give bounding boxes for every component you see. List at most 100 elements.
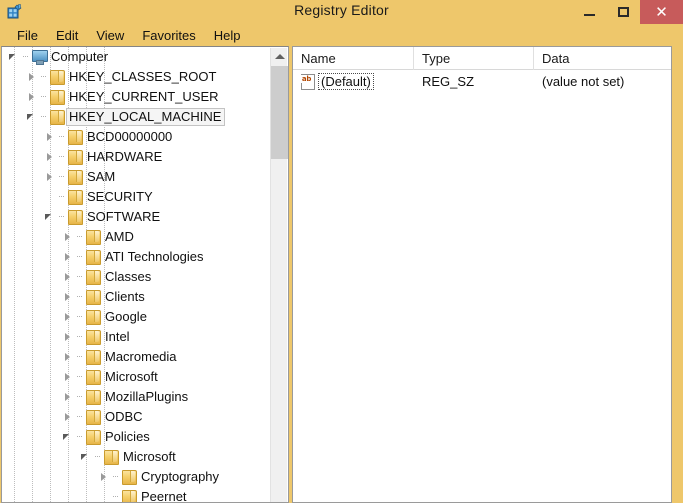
- expander-closed-icon[interactable]: [60, 327, 76, 347]
- folder-icon: [84, 427, 102, 447]
- folder-icon: [48, 87, 66, 107]
- menu-item-favorites[interactable]: Favorites: [133, 27, 204, 44]
- menu-item-view[interactable]: View: [87, 27, 133, 44]
- expander-open-icon[interactable]: [6, 47, 22, 67]
- title-bar[interactable]: Registry Editor ✕: [0, 0, 683, 24]
- tree-item[interactable]: HKEY_CURRENT_USER: [2, 87, 271, 107]
- expander-closed-icon[interactable]: [60, 407, 76, 427]
- tree-item[interactable]: ODBC: [2, 407, 271, 427]
- tree-item-label: Microsoft: [123, 449, 176, 464]
- tree-connector: [76, 407, 84, 427]
- expander-closed-icon[interactable]: [60, 287, 76, 307]
- folder-icon: [48, 107, 66, 127]
- expander-closed-icon[interactable]: [24, 67, 40, 87]
- expander-closed-icon[interactable]: [60, 307, 76, 327]
- tree-item-label: HKEY_CLASSES_ROOT: [69, 69, 217, 84]
- folder-icon: [120, 467, 138, 487]
- expander-closed-icon[interactable]: [42, 167, 58, 187]
- tree-connector: [40, 67, 48, 87]
- expander-closed-icon[interactable]: [60, 367, 76, 387]
- close-icon: ✕: [655, 2, 668, 21]
- tree-item-label: Microsoft: [105, 369, 158, 384]
- client-area: Computer HKEY_CLASSES_ROOT HKEY_CURRENT_US…: [0, 46, 683, 503]
- tree-item[interactable]: Policies: [2, 427, 271, 447]
- folder-icon: [120, 487, 138, 502]
- tree-item-label: Cryptography: [141, 469, 220, 484]
- scroll-up-icon[interactable]: [271, 48, 288, 65]
- values-list[interactable]: ab (Default) REG_SZ (value not set): [293, 70, 671, 92]
- tree-connector: [40, 107, 48, 127]
- expander-open-icon[interactable]: [78, 447, 94, 467]
- expander-open-icon[interactable]: [60, 427, 76, 447]
- tree-item[interactable]: Intel: [2, 327, 271, 347]
- expander-closed-icon[interactable]: [42, 127, 58, 147]
- expander-closed-icon[interactable]: [96, 467, 112, 487]
- tree-item[interactable]: ATI Technologies: [2, 247, 271, 267]
- expander-closed-icon[interactable]: [24, 87, 40, 107]
- folder-icon: [66, 167, 84, 187]
- maximize-button[interactable]: [607, 0, 639, 24]
- tree-item[interactable]: Peernet: [2, 487, 271, 502]
- tree-item-label: SECURITY: [87, 189, 153, 204]
- values-column-header: Name Type Data: [293, 47, 671, 70]
- tree-item[interactable]: HARDWARE: [2, 147, 271, 167]
- tree-item-label: AMD: [105, 229, 134, 244]
- menu-item-file[interactable]: File: [8, 27, 47, 44]
- folder-icon: [84, 287, 102, 307]
- folder-icon: [66, 127, 84, 147]
- tree-item[interactable]: Cryptography: [2, 467, 271, 487]
- expander-closed-icon[interactable]: [60, 347, 76, 367]
- expander-closed-icon[interactable]: [60, 267, 76, 287]
- column-header-type[interactable]: Type: [414, 47, 534, 70]
- tree-item[interactable]: Microsoft: [2, 367, 271, 387]
- tree-item[interactable]: SOFTWARE: [2, 207, 271, 227]
- expander-closed-icon[interactable]: [42, 147, 58, 167]
- expander-open-icon[interactable]: [42, 207, 58, 227]
- tree-item-label: SOFTWARE: [87, 209, 161, 224]
- tree-connector: [58, 207, 66, 227]
- tree-item-label: ODBC: [105, 409, 143, 424]
- value-name-cell[interactable]: ab (Default): [293, 72, 414, 90]
- tree-item[interactable]: Microsoft: [2, 447, 271, 467]
- expander-closed-icon[interactable]: [60, 247, 76, 267]
- expander-closed-icon[interactable]: [60, 387, 76, 407]
- column-header-data[interactable]: Data: [534, 47, 671, 70]
- tree-item[interactable]: Clients: [2, 287, 271, 307]
- tree-item[interactable]: SAM: [2, 167, 271, 187]
- folder-icon: [66, 187, 84, 207]
- tree-item[interactable]: SECURITY: [2, 187, 271, 207]
- tree-item[interactable]: HKEY_CLASSES_ROOT: [2, 67, 271, 87]
- tree-item[interactable]: Google: [2, 307, 271, 327]
- tree-item-label: HKEY_CURRENT_USER: [69, 89, 219, 104]
- minimize-icon: [583, 14, 595, 16]
- tree-item-label: Policies: [105, 429, 150, 444]
- column-header-name[interactable]: Name: [293, 47, 414, 70]
- scrollbar-thumb[interactable]: [271, 66, 288, 159]
- registry-tree[interactable]: Computer HKEY_CLASSES_ROOT HKEY_CURRENT_US…: [2, 47, 271, 502]
- tree-item[interactable]: Computer: [2, 47, 271, 67]
- tree-scrollbar[interactable]: [270, 48, 288, 502]
- registry-values-pane[interactable]: Name Type Data ab (Default) REG_SZ (value not…: [292, 46, 672, 503]
- expander-open-icon[interactable]: [24, 107, 40, 127]
- expander-none-icon: [42, 187, 58, 207]
- close-button[interactable]: ✕: [640, 0, 683, 24]
- tree-item[interactable]: AMD: [2, 227, 271, 247]
- folder-icon: [84, 387, 102, 407]
- tree-connector: [76, 387, 84, 407]
- tree-connector: [112, 467, 120, 487]
- expander-closed-icon[interactable]: [60, 227, 76, 247]
- menu-bar: File Edit View Favorites Help: [0, 24, 683, 46]
- menu-item-edit[interactable]: Edit: [47, 27, 87, 44]
- string-value-icon: ab: [299, 72, 316, 90]
- menu-item-help[interactable]: Help: [205, 27, 250, 44]
- registry-tree-pane[interactable]: Computer HKEY_CLASSES_ROOT HKEY_CURRENT_US…: [1, 46, 289, 503]
- tree-item-label: HKEY_LOCAL_MACHINE: [66, 108, 226, 126]
- minimize-button[interactable]: [573, 0, 605, 24]
- tree-item-label: Intel: [105, 329, 130, 344]
- tree-item[interactable]: Macromedia: [2, 347, 271, 367]
- value-row[interactable]: ab (Default) REG_SZ (value not set): [293, 70, 671, 92]
- tree-item[interactable]: BCD00000000: [2, 127, 271, 147]
- tree-item[interactable]: MozillaPlugins: [2, 387, 271, 407]
- tree-item[interactable]: HKEY_LOCAL_MACHINE: [2, 107, 271, 127]
- tree-item[interactable]: Classes: [2, 267, 271, 287]
